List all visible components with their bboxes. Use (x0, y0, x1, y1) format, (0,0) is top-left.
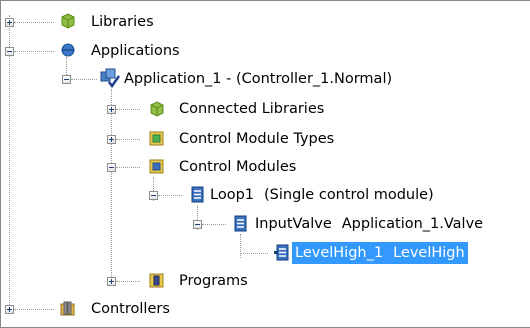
collapse-applications-toggle[interactable] (5, 47, 14, 56)
inputvalve-name: InputValve (255, 216, 332, 232)
tree-line (240, 234, 241, 258)
expand-programs-toggle[interactable] (107, 277, 116, 286)
library-icon (59, 12, 76, 29)
levelhigh-detail: LevelHigh (393, 245, 465, 261)
tree-item-loop1[interactable]: Loop1 (Single control module) (207, 184, 437, 206)
tree-item-libraries[interactable]: Libraries (88, 11, 157, 33)
inputvalve-detail: Application_1.Valve (341, 216, 484, 232)
control-module-icon (232, 215, 249, 232)
tree-line (116, 109, 140, 110)
library-icon (148, 100, 165, 117)
loop1-name: Loop1 (210, 187, 254, 203)
collapse-control-modules-toggle[interactable] (107, 163, 116, 172)
tree-item-connected-libraries[interactable]: Connected Libraries (176, 98, 327, 120)
expand-connected-libraries-toggle[interactable] (107, 105, 116, 114)
tree-item-control-module-types[interactable]: Control Module Types (176, 128, 337, 150)
tree-item-programs[interactable]: Programs (176, 270, 251, 292)
applications-icon (59, 41, 76, 58)
collapse-application-1-toggle[interactable] (62, 75, 71, 84)
programs-icon (148, 272, 165, 289)
tree-item-control-modules[interactable]: Control Modules (176, 156, 299, 178)
module-folder-icon (148, 158, 165, 175)
application-icon (100, 68, 120, 88)
tree-line (9, 15, 10, 305)
tree-line (241, 253, 268, 254)
tree-line (116, 167, 140, 168)
tree-line (14, 22, 54, 23)
tree-item-application-1[interactable]: Application_1 - (Controller_1.Normal) (121, 68, 395, 90)
tree-line (71, 79, 97, 80)
tree-line (111, 89, 112, 281)
levelhigh-name: LevelHigh_1 (295, 245, 384, 261)
tree-item-levelhigh-1[interactable]: LevelHigh_1 LevelHigh (292, 242, 468, 264)
project-tree: Libraries Applications Application_1 - (… (1, 1, 530, 327)
tree-line (158, 195, 182, 196)
project-explorer-tree-panel: Libraries Applications Application_1 - (… (0, 0, 530, 328)
loop1-detail: (Single control module) (264, 187, 434, 203)
tree-line (116, 281, 140, 282)
expand-controllers-toggle[interactable] (5, 305, 14, 314)
tree-item-inputvalve[interactable]: InputValve Application_1.Valve (252, 213, 486, 235)
expand-control-module-types-toggle[interactable] (107, 135, 116, 144)
expand-libraries-toggle[interactable] (5, 18, 14, 27)
control-module-icon (274, 244, 291, 261)
tree-line (14, 309, 54, 310)
controllers-icon (59, 300, 76, 317)
module-types-icon (148, 130, 165, 147)
collapse-loop1-toggle[interactable] (149, 191, 158, 200)
collapse-inputvalve-toggle[interactable] (193, 220, 202, 229)
tree-line (14, 51, 54, 52)
control-module-icon (189, 186, 206, 203)
tree-item-controllers[interactable]: Controllers (88, 298, 173, 320)
tree-item-applications[interactable]: Applications (88, 40, 183, 62)
tree-line (202, 224, 226, 225)
tree-line (116, 139, 140, 140)
